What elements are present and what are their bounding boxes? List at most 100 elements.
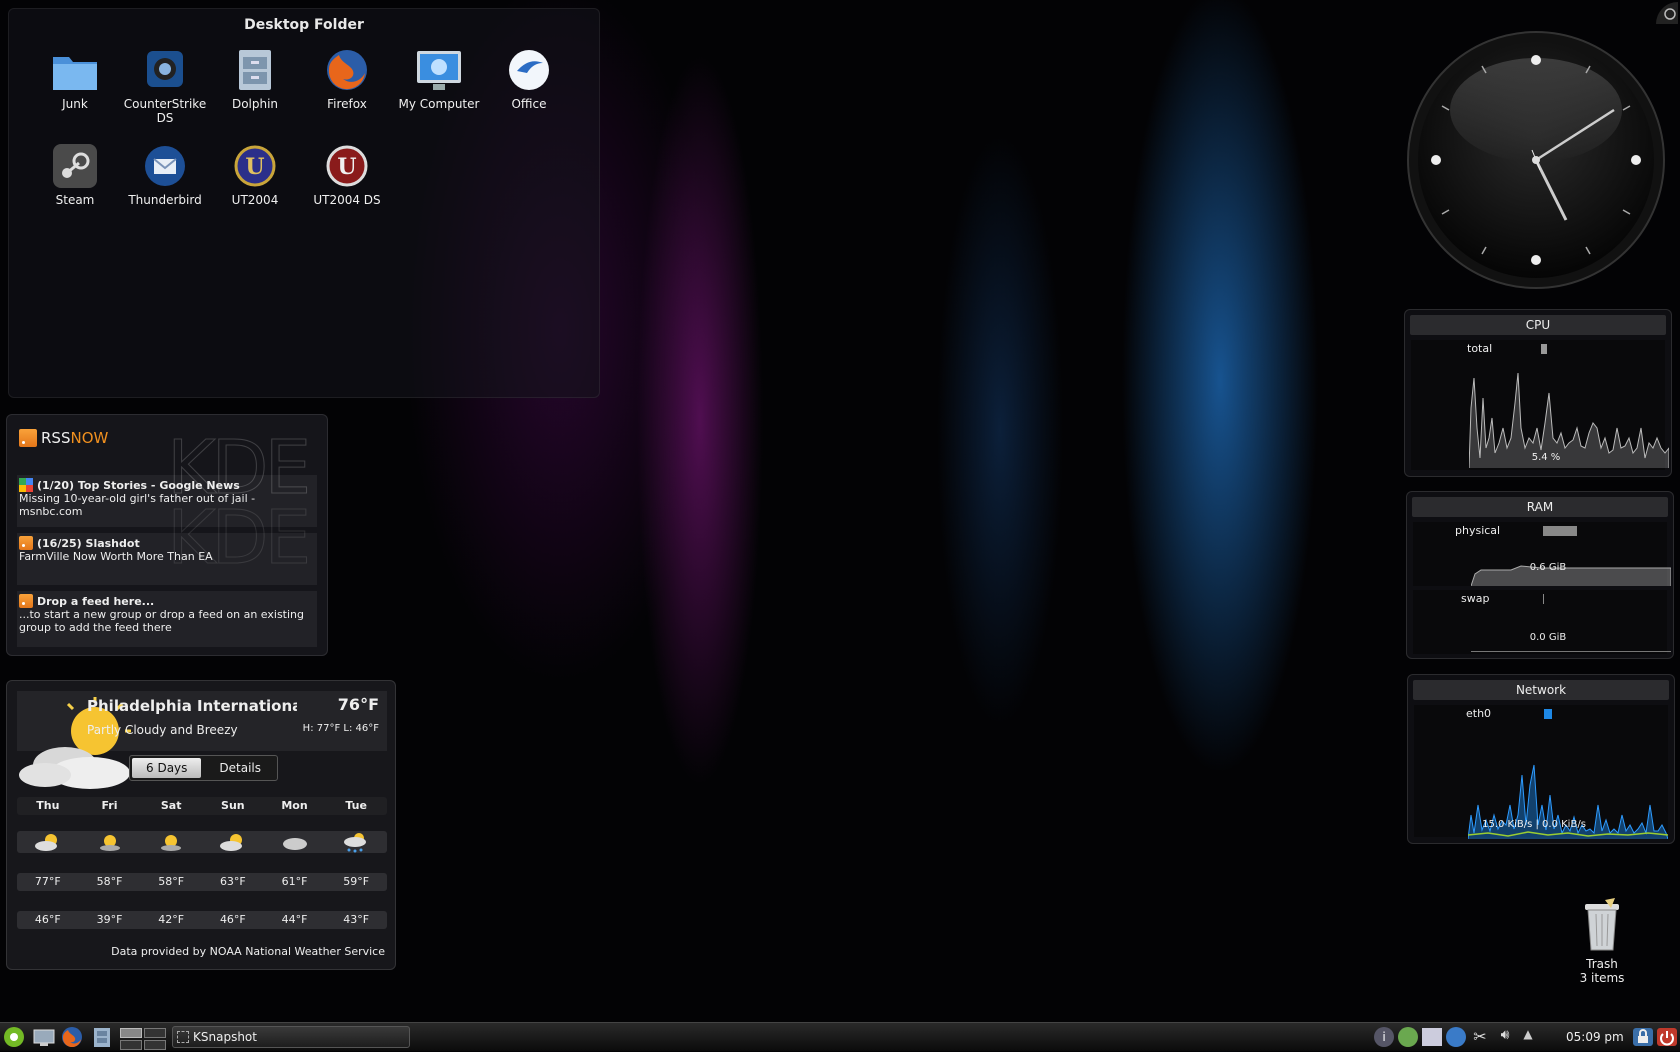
launcher-firefox[interactable] (60, 1026, 84, 1048)
sunny-icon (79, 831, 141, 853)
network-monitor-title: Network (1413, 680, 1669, 700)
forecast-day: Sun (221, 799, 245, 812)
forecast-icons-row (17, 831, 387, 853)
rss-logo: RSS NOW (19, 429, 108, 447)
weather-hilo: H: 77°F L: 46°F (302, 723, 379, 734)
rain-icon (325, 831, 387, 853)
svg-text:U: U (245, 154, 264, 180)
feed-headline[interactable]: FarmVille Now Worth More Than EA (19, 550, 315, 563)
forecast-low: 46°F (34, 913, 61, 926)
network-monitor-body: eth0 15.0 KiB/s | 0.0 KiB/s (1414, 705, 1668, 839)
pager-desktop-2[interactable] (144, 1028, 166, 1038)
rss-icon (19, 536, 33, 550)
cpu-monitor: CPU total 5.4 % (1404, 309, 1672, 477)
ram-monitor-title: RAM (1412, 497, 1668, 517)
svg-text:U: U (337, 154, 356, 180)
rss-logo-now: NOW (70, 429, 109, 447)
lock-icon (1633, 1028, 1653, 1046)
trash-count: 3 items (1579, 971, 1625, 985)
cpu-monitor-body: total 5.4 % (1411, 340, 1669, 470)
desktop-icon-thunderbird[interactable]: Thunderbird (119, 143, 211, 207)
forecast-low: 46°F (219, 913, 246, 926)
opensuse-icon (4, 1027, 24, 1047)
expand-tray-icon[interactable]: ▲ (1520, 1027, 1536, 1047)
desktop-icon-junk[interactable]: Junk (29, 47, 121, 111)
task-ksnapshot[interactable]: KSnapshot (172, 1026, 410, 1048)
notes-icon[interactable] (1422, 1028, 1442, 1046)
desktop-icon-label: Thunderbird (128, 193, 202, 207)
feed-title-row: Drop a feed here... (19, 594, 315, 608)
feed-title: (1/20) Top Stories - Google News (37, 478, 240, 492)
desktop-icon-steam[interactable]: Steam (29, 143, 121, 207)
pager-desktop-3[interactable] (120, 1040, 142, 1050)
pager[interactable] (120, 1026, 166, 1050)
desktop-icon-firefox[interactable]: Firefox (301, 47, 393, 111)
forecast-high: 59°F (343, 875, 370, 888)
ram-swap-value: 0.0 GiB (1529, 632, 1567, 643)
logout-button[interactable] (1656, 1026, 1678, 1048)
rss-icon (19, 594, 33, 608)
plasma-toolbox-button[interactable] (1656, 2, 1678, 24)
desktop-icon-label: Dolphin (231, 97, 279, 111)
desktop-icon-label: UT2004 (231, 193, 279, 207)
desktop-icon-dolphin[interactable]: Dolphin (209, 47, 301, 111)
forecast-low: 44°F (281, 913, 308, 926)
digital-clock[interactable]: 05:09 pm (1566, 1026, 1630, 1048)
feed-item-google-news[interactable]: (1/20) Top Stories - Google News Missing… (17, 475, 317, 527)
dolphin-icon (231, 47, 279, 93)
forecast-high: 58°F (96, 875, 123, 888)
weather-tabs: 6 Days Details (129, 755, 279, 781)
forecast-low: 42°F (158, 913, 185, 926)
tab-6-days[interactable]: 6 Days (132, 758, 202, 778)
weather-credit[interactable]: Data provided by NOAA National Weather S… (111, 945, 385, 958)
desktop-icon-my-computer[interactable]: My Computer (393, 47, 485, 111)
computer-icon (415, 47, 463, 93)
pager-desktop-4[interactable] (144, 1040, 166, 1050)
pager-desktops (120, 1028, 166, 1038)
analog-clock (1407, 31, 1665, 289)
ram-swap-meter (1543, 594, 1544, 604)
desktop-icon-label: Steam (55, 193, 95, 207)
desktop-icon-counterstrike[interactable]: CounterStrike DS (119, 47, 211, 125)
pager-desktop-1[interactable] (120, 1028, 142, 1038)
network-manager-icon[interactable] (1446, 1027, 1466, 1047)
tab-details[interactable]: Details (203, 756, 277, 780)
thunderbird-icon (141, 143, 189, 189)
launcher-dolphin[interactable] (90, 1026, 114, 1048)
ram-monitor: RAM physical 0.6 GiB swap 0.0 GiB (1406, 491, 1674, 659)
kickoff-launcher-button[interactable] (2, 1026, 26, 1048)
counterstrike-icon (141, 47, 189, 93)
ksnapshot-icon (177, 1031, 189, 1043)
cpu-total-meter (1541, 344, 1547, 354)
volume-icon[interactable]: 🔊︎ (1494, 1027, 1516, 1047)
info-icon[interactable]: i (1374, 1027, 1394, 1047)
firefox-icon (323, 47, 371, 93)
google-news-icon (19, 478, 33, 492)
desktop-icon-label: Junk (62, 97, 88, 111)
ram-swap-graph (1471, 651, 1671, 652)
update-applet-icon[interactable] (1398, 1027, 1418, 1047)
feed-headline[interactable]: Missing 10-year-old girl's father out of… (19, 492, 315, 518)
desktop-icon-label: UT2004 DS (313, 193, 381, 207)
folder-title: Desktop Folder (244, 17, 364, 33)
firefox-icon (62, 1027, 82, 1048)
desktop-folder: Desktop Folder Junk CounterStrike DS Dol… (8, 8, 600, 398)
desktop-icon-ut2004[interactable]: U UT2004 (209, 143, 301, 207)
rss-logo-text: RSS (41, 429, 71, 447)
forecast-high: 77°F (34, 875, 61, 888)
system-tray: i ✂ 🔊︎ ▲ (1374, 1026, 1558, 1048)
show-desktop-button[interactable] (32, 1026, 56, 1048)
ut2004-icon: U (231, 143, 279, 189)
trash-widget[interactable]: Trash 3 items (1566, 896, 1638, 985)
ram-physical-body: physical 0.6 GiB (1413, 522, 1671, 586)
sunny-icon (140, 831, 202, 853)
lock-screen-button[interactable] (1632, 1026, 1654, 1048)
weather-location: Philadelphia International Air (87, 697, 297, 715)
steam-icon (51, 143, 99, 189)
desktop-icon-office[interactable]: Office (483, 47, 575, 111)
desktop-icon-ut2004-ds[interactable]: U UT2004 DS (301, 143, 393, 207)
feed-item-slashdot[interactable]: (16/25) Slashdot FarmVille Now Worth Mor… (17, 533, 317, 585)
scissors-icon[interactable]: ✂ (1470, 1027, 1490, 1047)
ut2004-ds-icon: U (323, 143, 371, 189)
feed-drop-zone[interactable]: Drop a feed here... ...to start a new gr… (17, 591, 317, 647)
